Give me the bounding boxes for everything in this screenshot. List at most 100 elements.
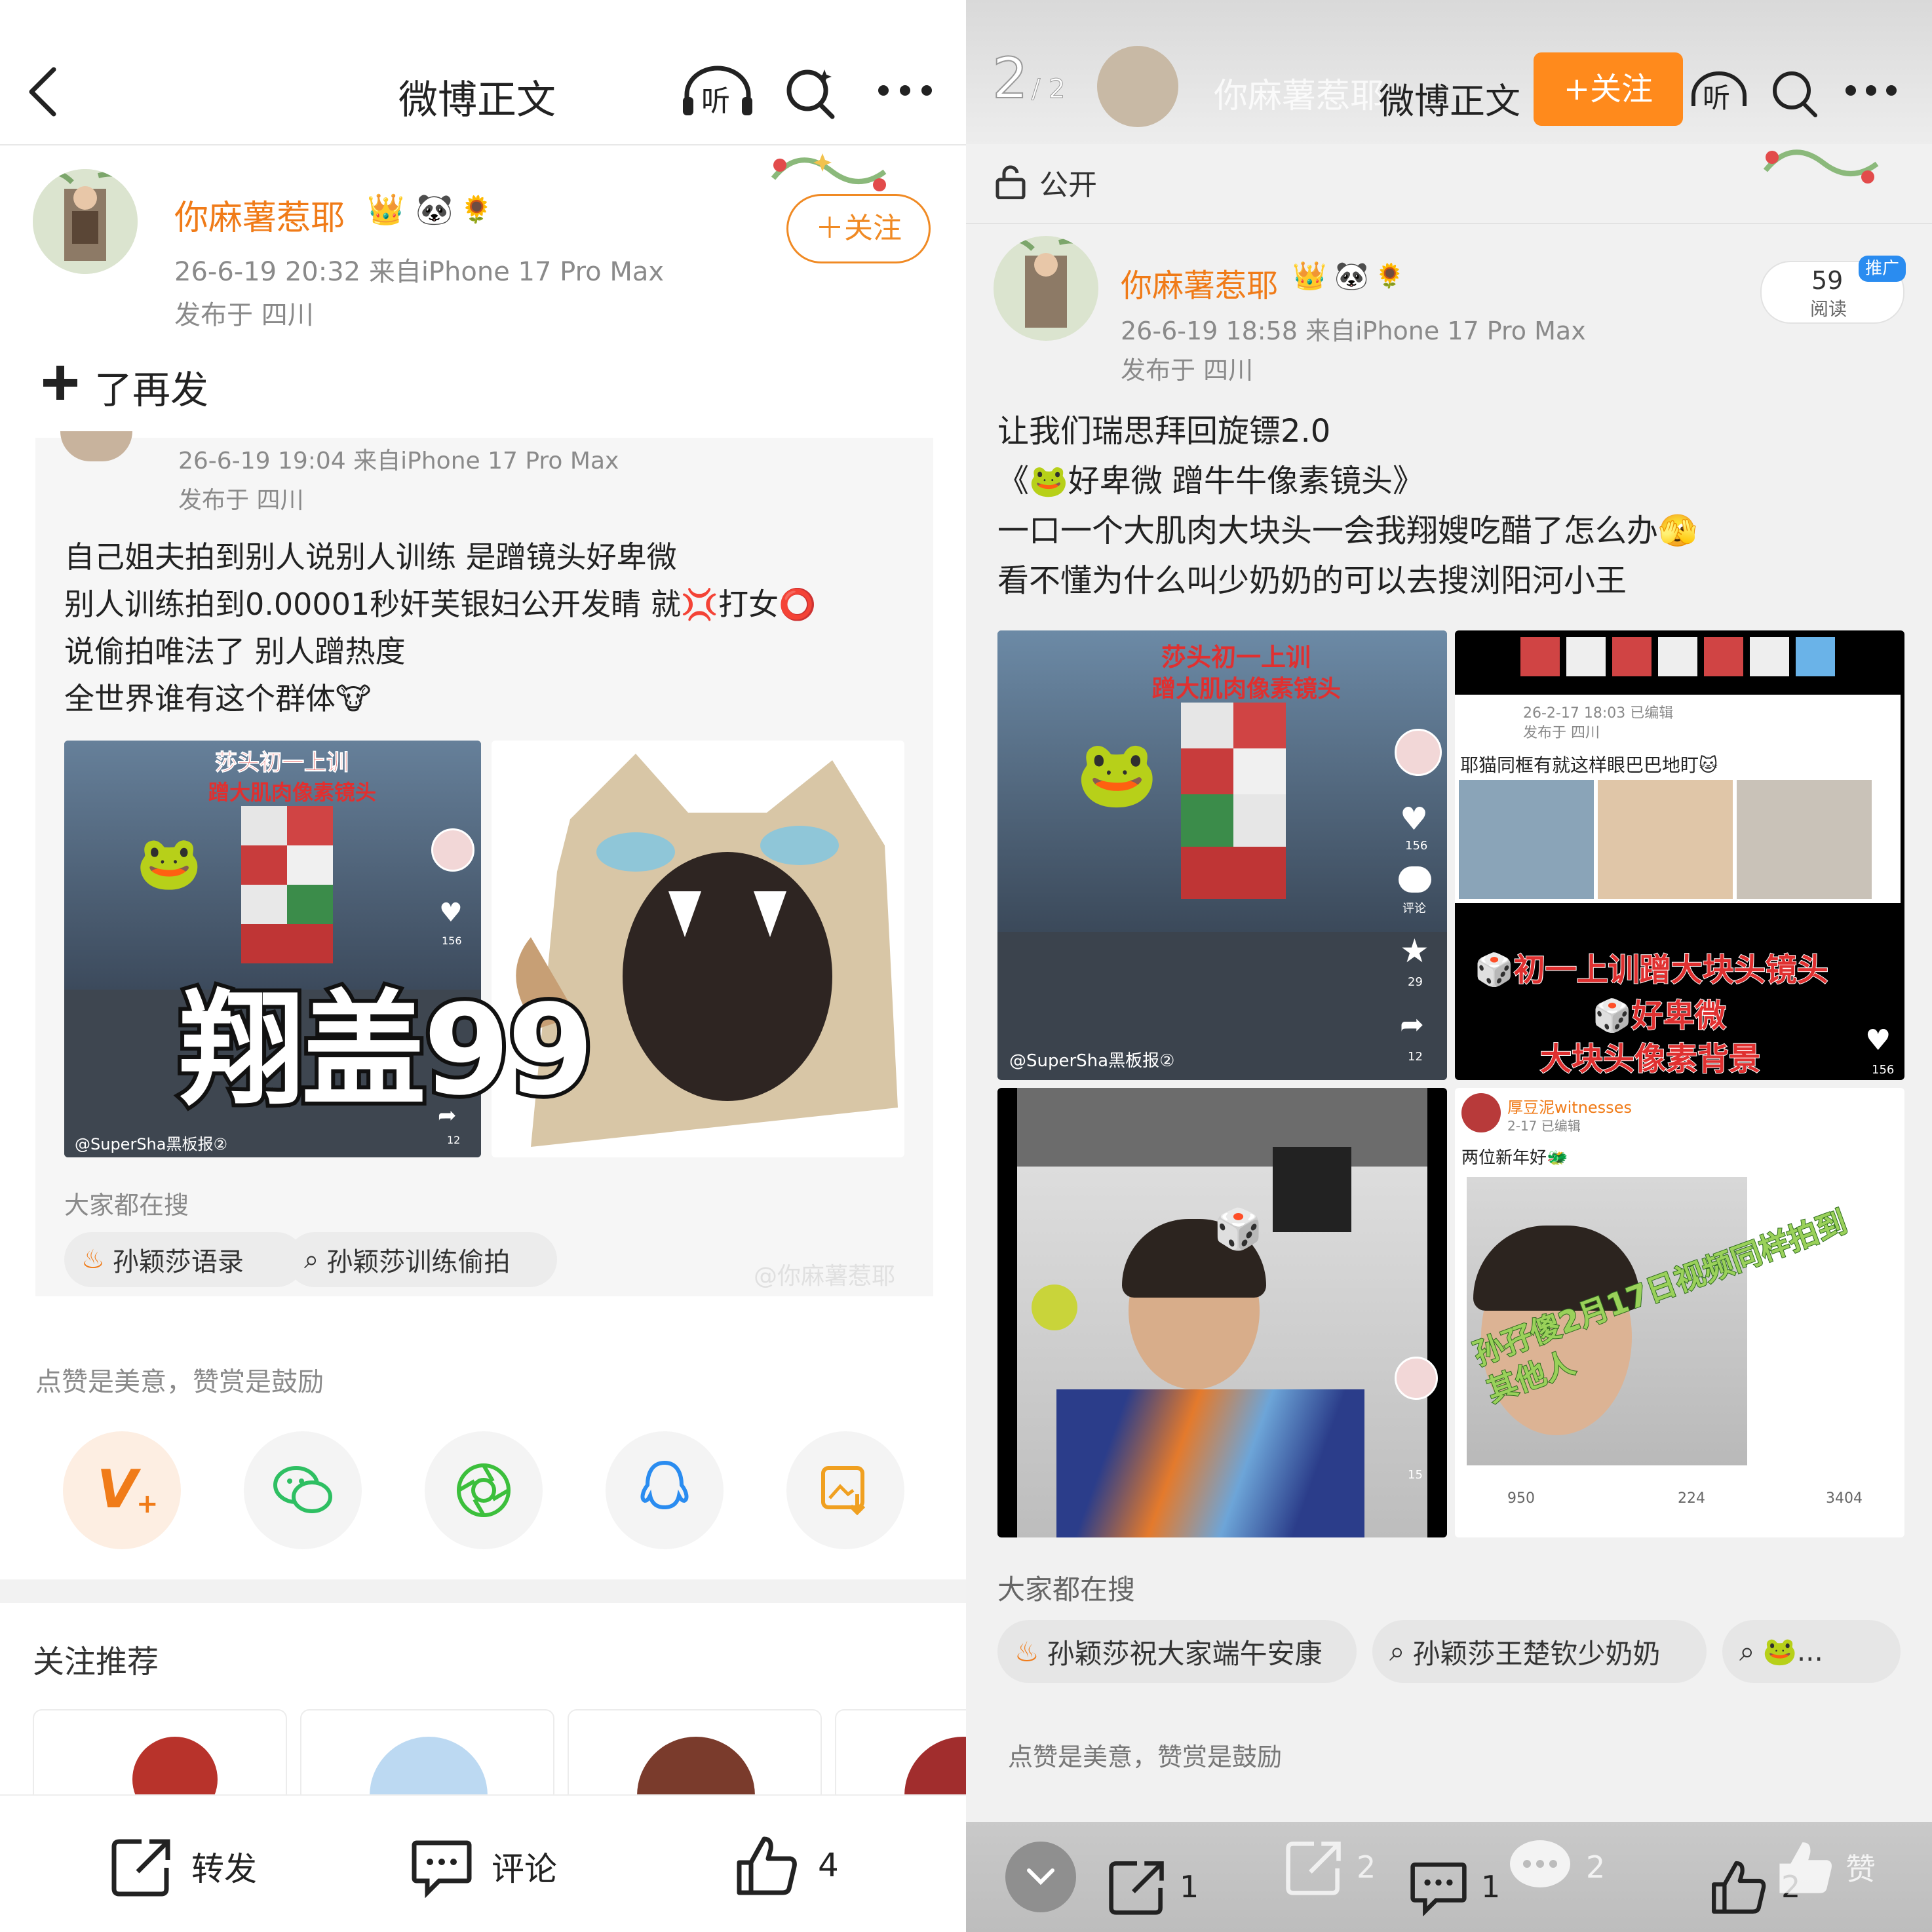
like-button[interactable]: 4	[734, 1832, 839, 1898]
search-tag-2[interactable]: ⌕ 孙颖莎王楚钦少奶奶	[1372, 1620, 1707, 1683]
star-count: 29	[1408, 975, 1423, 989]
hot-search-icon: ♨	[81, 1245, 105, 1275]
search-tag-2-label: 孙颖莎训练偷拍	[326, 1247, 511, 1277]
author-name[interactable]: 你麻薯惹耶	[174, 190, 345, 239]
image-watermark: @SuperSha黑板报②	[1009, 1051, 1175, 1071]
flower-badge-icon: 🌻	[1375, 263, 1404, 290]
back-chevron-icon[interactable]	[26, 66, 59, 118]
read-count-badge: 59 阅读 推广	[1760, 256, 1906, 324]
dice-icon: 🎲	[1214, 1207, 1263, 1252]
save-image-button[interactable]	[786, 1431, 904, 1549]
wechat-icon	[273, 1466, 332, 1513]
page-indicator: 2 / 2	[992, 45, 1066, 112]
moments-share-button[interactable]	[425, 1431, 543, 1549]
quoted-location: 发布于 四川	[178, 487, 304, 514]
page-current: 2	[992, 45, 1029, 112]
post-line-2: 《🐸好卑微 蹭牛牛像素镜头》	[997, 463, 1425, 499]
caption-top: 莎头初一上训	[1161, 643, 1311, 672]
like-count: 156	[1405, 839, 1428, 853]
quoted-avatar[interactable]	[60, 431, 132, 461]
comment-button[interactable]: 评论	[410, 1835, 557, 1898]
grid-image-1[interactable]: 莎头初一上训 蹭大肌肉像素镜头 🐸 ♥ 156 评论 ★ 29 ➦ 12 @Su…	[997, 630, 1447, 1080]
like-count: 15	[1408, 1468, 1423, 1482]
listen-label: 听	[701, 85, 730, 118]
more-icon[interactable]	[1843, 83, 1899, 98]
post-location: 发布于 四川	[174, 300, 314, 330]
comment-bubble-icon	[1399, 866, 1431, 893]
like-count: 4	[818, 1846, 839, 1884]
embedded-text: 两位新年好🐲	[1461, 1148, 1568, 1168]
post-location: 发布于 四川	[1121, 356, 1254, 385]
visibility-row: 公开	[995, 161, 1097, 203]
read-count: 59	[1811, 266, 1844, 295]
search-tag-3[interactable]: ⌕ 🐸...	[1722, 1620, 1901, 1683]
repost-icon	[1109, 1861, 1164, 1915]
collapse-button[interactable]	[1005, 1842, 1076, 1912]
pixelated-image	[1181, 703, 1286, 899]
v-plus-icon: V	[97, 1459, 138, 1520]
reward-button[interactable]: V +	[63, 1431, 181, 1549]
thumbs-up-icon	[737, 1836, 797, 1895]
unlock-icon	[995, 165, 1026, 199]
listen-button[interactable]: 听	[682, 66, 754, 118]
weibo-watermark: @你麻薯惹耶	[754, 1263, 896, 1290]
qq-share-button[interactable]	[606, 1431, 724, 1549]
wechat-share-button[interactable]	[244, 1431, 362, 1549]
quoted-post-card[interactable]: 26-6-19 19:04 来自iPhone 17 Pro Max 发布于 四川…	[35, 431, 933, 1296]
repost-button[interactable]: 转发	[110, 1835, 257, 1898]
page-total: / 2	[1031, 74, 1066, 105]
avatar[interactable]	[994, 236, 1098, 341]
more-icon[interactable]	[876, 83, 935, 98]
comment-icon	[412, 1840, 472, 1898]
like-count: 156	[442, 935, 462, 947]
ghost-repost-count: 2	[1357, 1849, 1376, 1885]
embedded-location: 发布于 四川	[1523, 725, 1600, 741]
search-tag-2-label: 孙颖莎王楚钦少奶奶	[1412, 1637, 1661, 1670]
follow-button[interactable]: ＋关注	[786, 194, 931, 263]
header-avatar[interactable]	[1097, 46, 1178, 127]
search-section-title: 大家都在搜	[997, 1574, 1136, 1606]
ghost-author-name: 你麻薯惹耶	[1214, 77, 1385, 116]
pixelated-image	[241, 806, 333, 963]
search-icon: ⌕	[304, 1245, 319, 1275]
repost-icon	[1286, 1842, 1341, 1895]
frog-sticker-icon: 🐸	[1076, 735, 1158, 812]
promo-badge: 推广	[1859, 256, 1906, 282]
repost-label: 转发	[191, 1850, 257, 1888]
star-icon: ★	[1400, 932, 1429, 970]
thumbs-up-icon	[1712, 1861, 1766, 1914]
grid-image-3[interactable]: 🎲 15	[997, 1088, 1447, 1537]
tv-screen	[1273, 1147, 1351, 1232]
grid-image-4[interactable]: 厚豆泥witnesses 2-17 已编辑 两位新年好🐲 孙孖傻2月17日视频同…	[1455, 1088, 1904, 1537]
quoted-line-3: 说偷拍唯法了 别人蹭热度	[64, 634, 406, 669]
like-count: 156	[1872, 1063, 1895, 1077]
repost-button[interactable]: 1	[1108, 1857, 1199, 1916]
quoted-line-2: 别人训练拍到0.00001秒奸芙银妇公开发睛 就💢打女⭕	[64, 587, 817, 622]
avatar[interactable]	[33, 169, 138, 274]
comment-label: 评论	[492, 1850, 557, 1888]
grid-image-2[interactable]: 26-2-17 18:03 已编辑 发布于 四川 耶猫同框有就这样眼巴巴地盯🐱 …	[1455, 630, 1904, 1080]
author-name[interactable]: 你麻薯惹耶	[1121, 260, 1278, 305]
comment-button[interactable]: 1	[1409, 1857, 1500, 1916]
ghost-comment-count: 2	[1586, 1849, 1606, 1885]
panda-badge-icon: 🐼	[415, 191, 454, 227]
repost-note: 了再发	[94, 368, 209, 412]
search-tag-1[interactable]: ♨ 孙颖莎语录	[64, 1232, 304, 1287]
thumbs-up-icon	[1779, 1842, 1832, 1893]
ball	[1032, 1285, 1077, 1330]
search-sparkle-icon[interactable]	[784, 66, 838, 119]
search-sparkle-icon[interactable]	[1769, 66, 1822, 118]
header-follow-button[interactable]: +关注	[1534, 52, 1683, 126]
share-count: 12	[1408, 1050, 1423, 1064]
embedded-date: 2-17 已编辑	[1507, 1118, 1581, 1134]
search-tag-1[interactable]: ♨ 孙颖莎祝大家端午安康	[997, 1620, 1357, 1683]
search-tag-2[interactable]: ⌕ 孙颖莎训练偷拍	[287, 1232, 557, 1287]
decoration-wreath-icon	[1763, 149, 1879, 184]
ghost-like: 赞	[1776, 1838, 1876, 1897]
post-line-3: 一口一个大肌肉大块头一会我翔嫂吃醋了怎么办🫣	[997, 512, 1697, 549]
ghost-repost: 2	[1285, 1838, 1376, 1897]
share-arrow-icon: ➦	[1400, 1008, 1424, 1041]
listen-button[interactable]: 听	[1690, 71, 1748, 117]
plus-icon	[43, 366, 77, 400]
visibility-label: 公开	[1039, 168, 1097, 202]
